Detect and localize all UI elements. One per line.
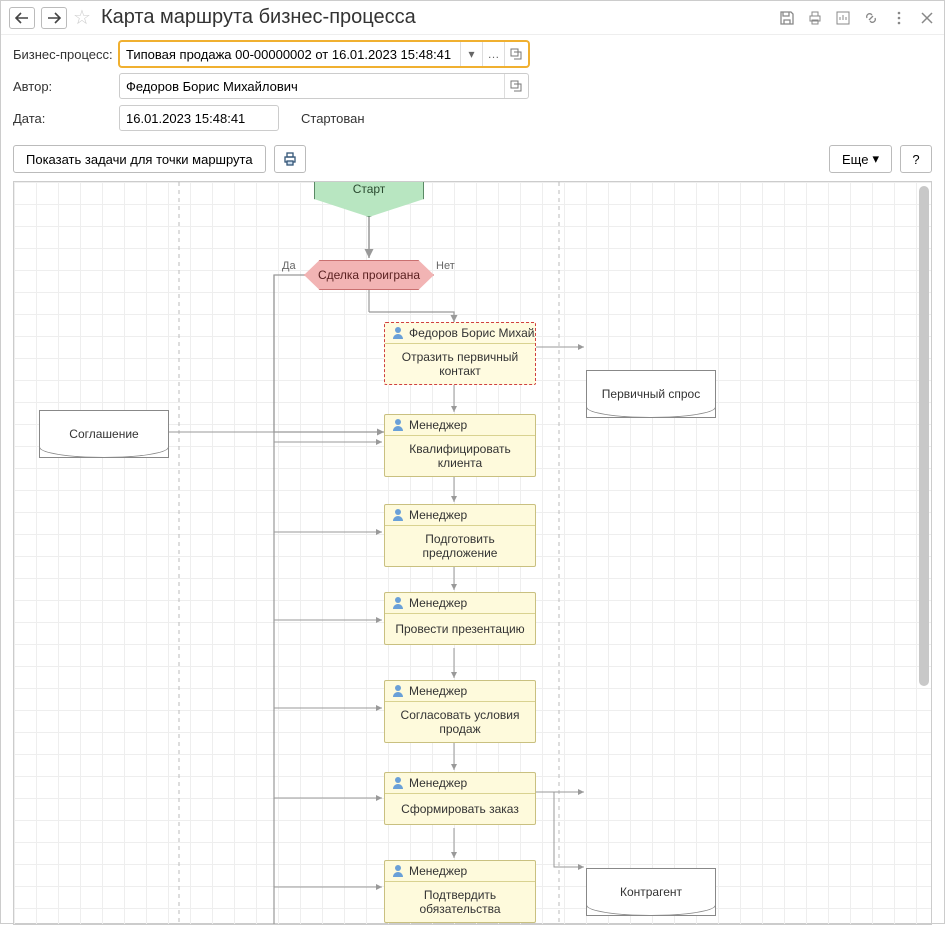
scrollbar-thumb[interactable] (919, 186, 929, 686)
task-action: Отразить первичный контакт (385, 344, 535, 384)
author-input-group (119, 73, 529, 99)
date-input[interactable] (120, 106, 276, 130)
task-node[interactable]: Менеджер Подтвердить обязательства (384, 860, 536, 923)
task-role: Менеджер (409, 596, 467, 610)
open-button[interactable] (504, 42, 526, 66)
doc-primary-demand[interactable]: Первичный спрос (586, 370, 716, 418)
nav-fwd-button[interactable] (41, 7, 67, 29)
flowchart-canvas[interactable]: Старт Сделка проиграна Да Нет Федоров Бо… (13, 181, 932, 925)
page-title: Карта маршрута бизнес-процесса (101, 6, 772, 29)
more-button[interactable]: Еще ▾ (829, 145, 892, 173)
vertical-scrollbar[interactable] (919, 186, 929, 920)
date-input-group (119, 105, 279, 131)
task-role: Менеджер (409, 508, 467, 522)
doc-agreement[interactable]: Соглашение (39, 410, 169, 458)
decision-no-label: Нет (436, 260, 455, 272)
task-role: Менеджер (409, 418, 467, 432)
task-action: Согласовать условия продаж (385, 702, 535, 742)
status-text: Стартован (301, 111, 365, 126)
task-node[interactable]: Менеджер Сформировать заказ (384, 772, 536, 825)
titlebar: ☆ Карта маршрута бизнес-процесса (1, 1, 944, 35)
task-role: Федоров Борис Михайл... (409, 326, 535, 340)
business-process-input[interactable] (120, 42, 460, 66)
favorite-icon[interactable]: ☆ (73, 5, 91, 30)
task-role: Менеджер (409, 864, 467, 878)
task-action: Подготовить предложение (385, 526, 535, 566)
task-action: Квалифицировать клиента (385, 436, 535, 476)
task-node[interactable]: Менеджер Подготовить предложение (384, 504, 536, 567)
task-node[interactable]: Менеджер Провести презентацию (384, 592, 536, 645)
task-node[interactable]: Менеджер Квалифицировать клиента (384, 414, 536, 477)
business-process-input-group: ▾ … (119, 41, 529, 67)
task-action: Провести презентацию (385, 614, 535, 644)
doc-counterparty[interactable]: Контрагент (586, 868, 716, 916)
task-role: Менеджер (409, 684, 467, 698)
task-node[interactable]: Менеджер Согласовать условия продаж (384, 680, 536, 743)
task-node-current[interactable]: Федоров Борис Михайл... Отразить первичн… (384, 322, 536, 385)
help-button[interactable]: ? (900, 145, 932, 173)
label-business-process: Бизнес-процесс: (13, 47, 113, 62)
open-author-button[interactable] (504, 74, 526, 98)
print-icon[interactable] (806, 9, 824, 27)
select-button[interactable]: … (482, 42, 504, 66)
task-role: Менеджер (409, 776, 467, 790)
link-icon[interactable] (862, 9, 880, 27)
label-author: Автор: (13, 79, 113, 94)
close-icon[interactable] (918, 9, 936, 27)
task-action: Подтвердить обязательства (385, 882, 535, 922)
more-menu-icon[interactable] (890, 9, 908, 27)
save-icon[interactable] (778, 9, 796, 27)
report-icon[interactable] (834, 9, 852, 27)
nav-back-button[interactable] (9, 7, 35, 29)
chevron-down-icon: ▾ (872, 151, 879, 167)
decision-yes-label: Да (282, 260, 296, 272)
print-button[interactable] (274, 145, 306, 173)
show-tasks-button[interactable]: Показать задачи для точки маршрута (13, 145, 266, 173)
author-input[interactable] (120, 74, 504, 98)
more-button-label: Еще (842, 152, 868, 167)
task-action: Сформировать заказ (385, 794, 535, 824)
decision-node[interactable]: Сделка проиграна (304, 260, 434, 290)
start-node[interactable]: Старт (314, 182, 424, 217)
label-date: Дата: (13, 111, 113, 126)
dropdown-button[interactable]: ▾ (460, 42, 482, 66)
